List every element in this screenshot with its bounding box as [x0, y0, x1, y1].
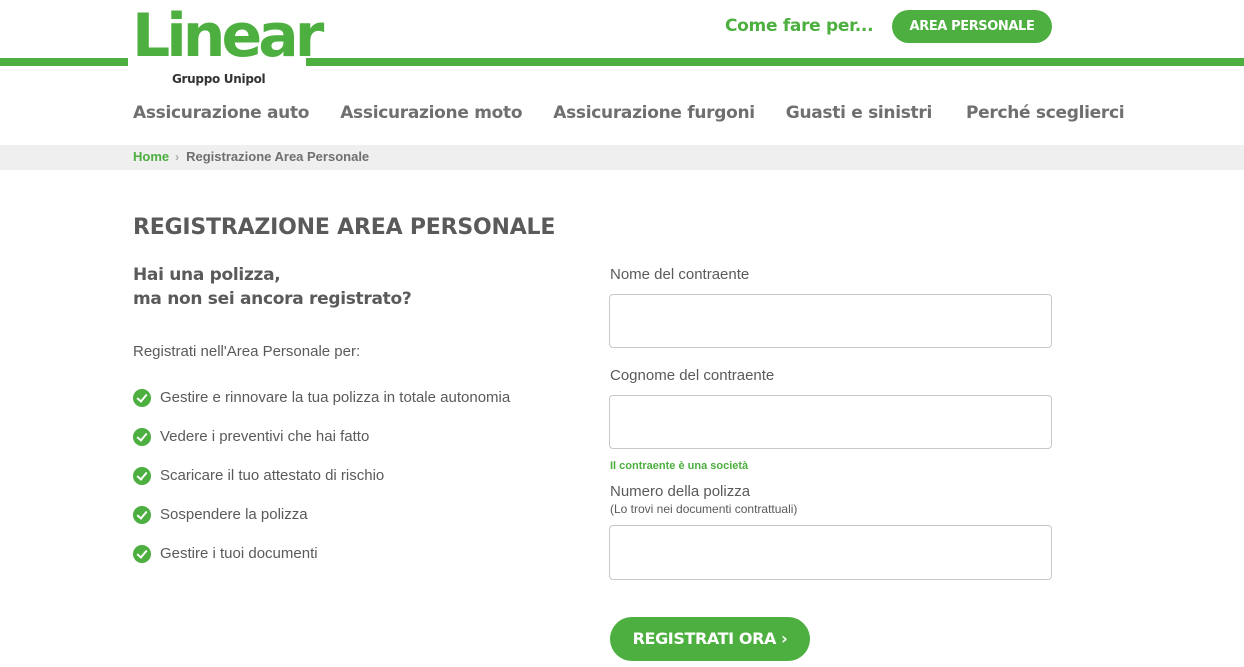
benefit-item: Vedere i preventivi che hai fatto [133, 417, 510, 456]
lead-line-2: ma non sei ancora registrato? [133, 289, 412, 309]
main-nav: Assicurazione auto Assicurazione moto As… [133, 103, 1125, 123]
area-personale-button[interactable]: AREA PERSONALE [892, 10, 1052, 43]
check-circle-icon [133, 388, 151, 407]
benefits-list: Gestire e rinnovare la tua polizza in to… [133, 378, 510, 573]
breadcrumb: Home › Registrazione Area Personale [133, 149, 369, 164]
nav-item-assicurazione-furgoni[interactable]: Assicurazione furgoni [553, 103, 755, 123]
check-circle-icon [133, 505, 151, 524]
breadcrumb-home-link[interactable]: Home [133, 149, 169, 164]
benefit-item: Scaricare il tuo attestato di rischio [133, 456, 510, 495]
company-contractor-link[interactable]: Il contraente è una società [610, 460, 748, 472]
benefit-text: Sospendere la polizza [160, 506, 308, 523]
check-circle-icon [133, 544, 151, 563]
page-title: REGISTRAZIONE AREA PERSONALE [133, 215, 556, 240]
benefit-text: Vedere i preventivi che hai fatto [160, 428, 370, 445]
benefit-item: Sospendere la polizza [133, 495, 510, 534]
logo-wordmark: Linear [132, 1, 324, 71]
last-name-input[interactable] [609, 395, 1052, 449]
first-name-input[interactable] [609, 294, 1052, 348]
nav-item-guasti-e-sinistri[interactable]: Guasti e sinistri [786, 103, 933, 123]
first-name-label: Nome del contraente [610, 266, 750, 283]
site-header: Linear Gruppo Unipol Come fare per... AR… [0, 0, 1244, 145]
nav-item-assicurazione-moto[interactable]: Assicurazione moto [340, 103, 522, 123]
last-name-label: Cognome del contraente [610, 367, 775, 384]
benefit-text: Scaricare il tuo attestato di rischio [160, 467, 385, 484]
policy-number-label: Numero della polizza [610, 483, 751, 500]
nav-item-perche-sceglierci[interactable]: Perché sceglierci [966, 103, 1125, 123]
register-now-button[interactable]: REGISTRATI ORA › [610, 617, 810, 661]
benefit-text: Gestire e rinnovare la tua polizza in to… [160, 389, 511, 406]
logo-subtitle: Gruppo Unipol [172, 72, 266, 86]
breadcrumb-chevron-icon: › [175, 149, 180, 164]
benefit-item: Gestire i tuoi documenti [133, 534, 510, 573]
breadcrumb-current: Registrazione Area Personale [186, 149, 370, 164]
lead-line-1: Hai una polizza, [133, 265, 281, 285]
benefit-text: Gestire i tuoi documenti [160, 545, 318, 562]
policy-number-input[interactable] [609, 525, 1052, 580]
how-to-link[interactable]: Come fare per... [725, 16, 874, 36]
check-circle-icon [133, 466, 151, 485]
check-circle-icon [133, 427, 151, 446]
intro-text: Registrati nell'Area Personale per: [133, 343, 361, 360]
lead-question: Hai una polizza, ma non sei ancora regis… [133, 263, 412, 311]
nav-item-assicurazione-auto[interactable]: Assicurazione auto [133, 103, 310, 123]
benefit-item: Gestire e rinnovare la tua polizza in to… [133, 378, 510, 417]
policy-number-hint: (Lo trovi nei documenti contrattuali) [610, 502, 798, 516]
linear-logo[interactable]: Linear Gruppo Unipol [128, 1, 324, 92]
